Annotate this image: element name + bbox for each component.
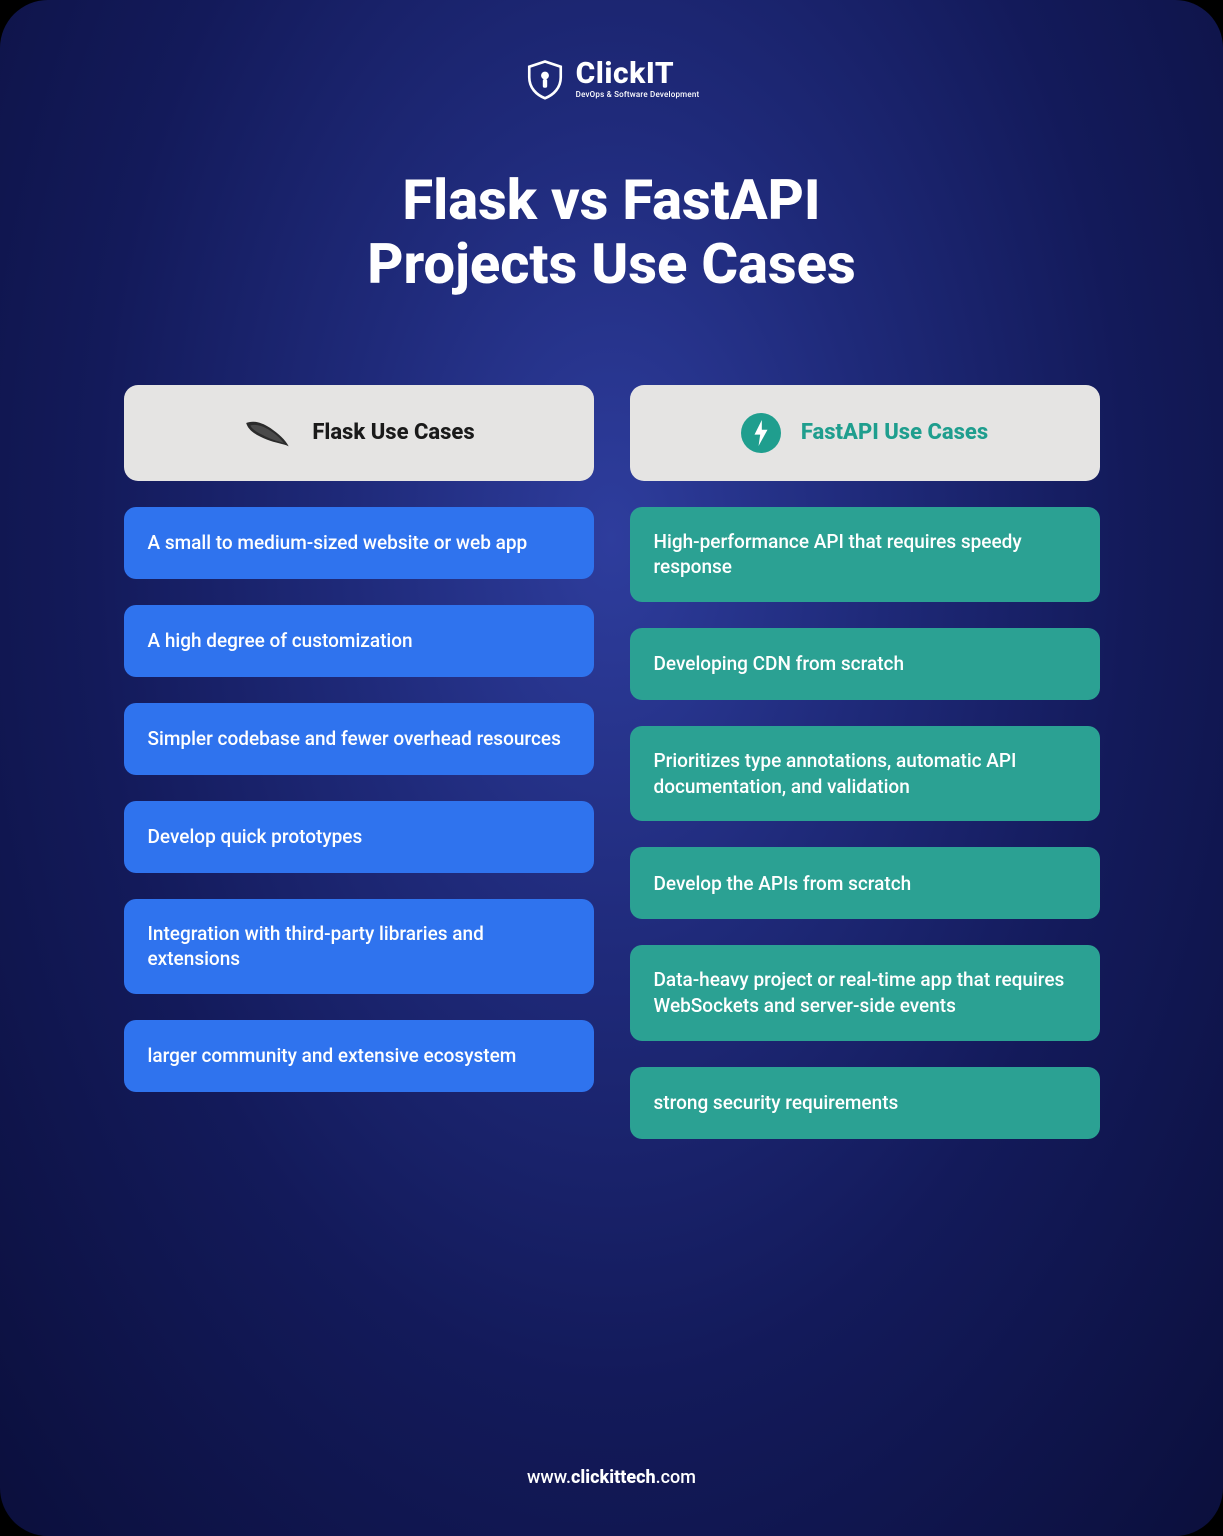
infographic-canvas: ClickIT DevOps & Software Development Fl… (0, 0, 1223, 1536)
fastapi-item: Develop the APIs from scratch (630, 847, 1100, 919)
footer-domain: clickittech (571, 1467, 656, 1488)
fastapi-item: Developing CDN from scratch (630, 628, 1100, 700)
flask-item: A small to medium-sized website or web a… (124, 507, 594, 579)
footer-suffix: .com (656, 1467, 696, 1488)
flask-item: A high degree of customization (124, 605, 594, 677)
page-title: Flask vs FastAPI Projects Use Cases (367, 168, 856, 297)
flask-column: Flask Use Cases A small to medium-sized … (124, 385, 594, 1139)
flask-item: Develop quick prototypes (124, 801, 594, 873)
fastapi-bolt-icon (741, 413, 781, 453)
fastapi-column: FastAPI Use Cases High-performance API t… (630, 385, 1100, 1139)
flask-item: Integration with third-party libraries a… (124, 899, 594, 994)
fastapi-item: Data-heavy project or real-time app that… (630, 945, 1100, 1040)
brand-text: ClickIT DevOps & Software Development (576, 59, 700, 99)
brand-tagline: DevOps & Software Development (576, 91, 700, 99)
flask-item: Simpler codebase and fewer overhead reso… (124, 703, 594, 775)
brand-name: ClickIT (576, 59, 700, 89)
title-line-1: Flask vs FastAPI (402, 167, 820, 233)
fastapi-header-label: FastAPI Use Cases (801, 420, 988, 445)
flask-item: larger community and extensive ecosystem (124, 1020, 594, 1092)
comparison-columns: Flask Use Cases A small to medium-sized … (100, 385, 1123, 1139)
fastapi-item: High-performance API that requires speed… (630, 507, 1100, 602)
fastapi-item: strong security requirements (630, 1067, 1100, 1139)
flask-header-card: Flask Use Cases (124, 385, 594, 481)
fastapi-header-card: FastAPI Use Cases (630, 385, 1100, 481)
footer-prefix: www. (527, 1467, 571, 1488)
flask-header-label: Flask Use Cases (312, 420, 474, 445)
shield-icon (524, 58, 566, 100)
brand-logo: ClickIT DevOps & Software Development (524, 58, 700, 100)
flask-horn-icon (242, 413, 292, 453)
fastapi-item: Prioritizes type annotations, automatic … (630, 726, 1100, 821)
title-line-2: Projects Use Cases (367, 231, 856, 297)
footer-url: www.clickittech.com (527, 1467, 696, 1488)
